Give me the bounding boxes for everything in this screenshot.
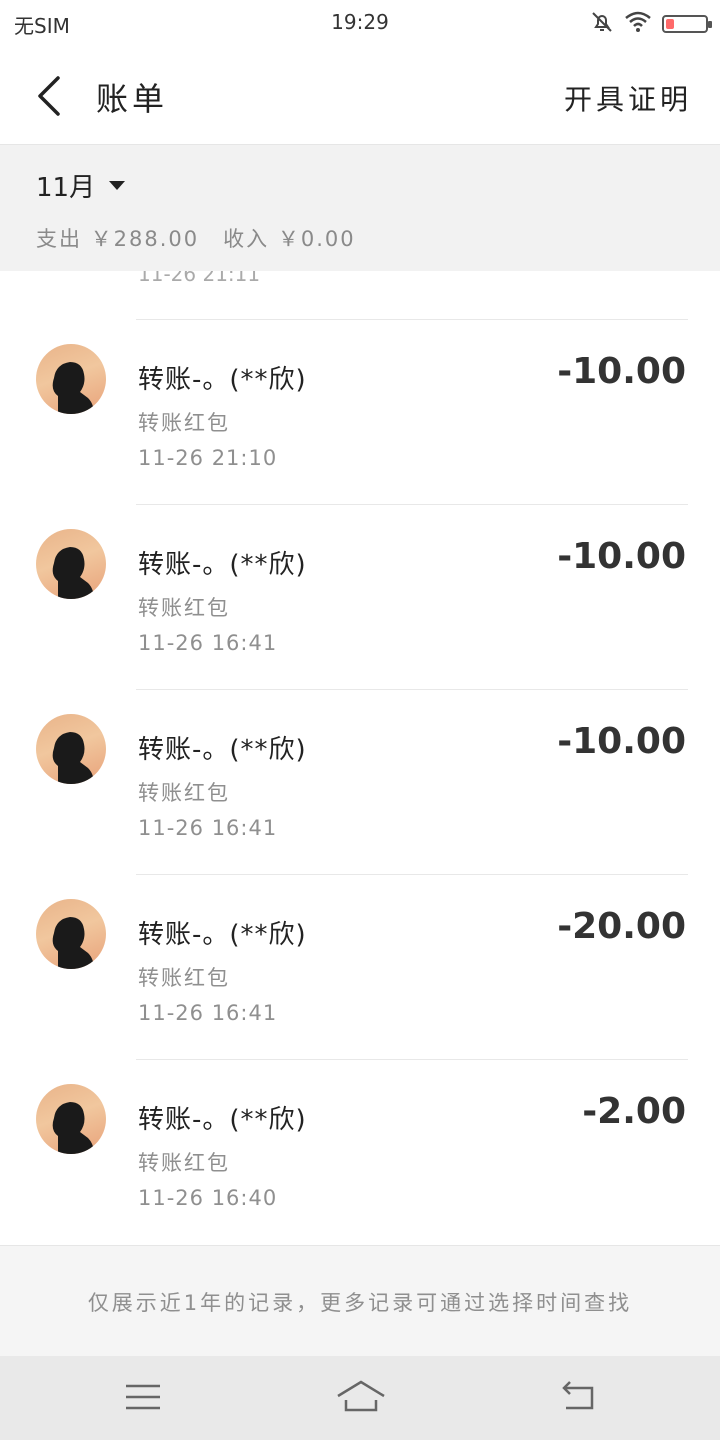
month-summary: 11月 支出 ￥288.00 收入 ￥0.00	[0, 145, 720, 271]
status-icons	[590, 10, 712, 38]
home-icon	[336, 1380, 386, 1422]
income-total: 收入 ￥0.00	[223, 227, 356, 251]
system-back-button[interactable]	[558, 1378, 602, 1418]
transaction-date: 11-26 16:41	[138, 1001, 278, 1025]
transaction-row[interactable]: 转账-。(**欣) 转账红包 11-26 16:40 -2.00	[0, 1059, 720, 1244]
transaction-list[interactable]: 11-26 21:11 转账-。(**欣) 转账红包 11-26 21:10 -10.…	[0, 271, 720, 1245]
chevron-left-icon	[30, 76, 74, 126]
month-label: 11月	[36, 173, 96, 203]
transaction-row[interactable]: 转账-。(**欣) 转账红包 11-26 21:10 -10.00	[0, 319, 720, 504]
issue-certificate-button[interactable]: 开具证明	[564, 78, 692, 118]
system-nav-bar	[0, 1356, 720, 1440]
transaction-type: 转账红包	[138, 966, 230, 990]
wifi-icon	[624, 11, 652, 37]
transaction-date: 11-26 16:40	[138, 1186, 278, 1210]
battery-level	[666, 19, 674, 29]
avatar	[36, 344, 106, 414]
avatar	[36, 1084, 106, 1154]
transaction-type: 转账红包	[138, 1151, 230, 1175]
transaction-type: 转账红包	[138, 781, 230, 805]
back-icon	[558, 1381, 602, 1422]
footer-note: 仅展示近1年的记录，更多记录可通过选择时间查找	[0, 1245, 720, 1357]
transaction-name: 转账-。(**欣)	[138, 1105, 307, 1135]
transaction-name: 转账-。(**欣)	[138, 550, 307, 580]
transaction-row[interactable]: 转账-。(**欣) 转账红包 11-26 16:41 -10.00	[0, 689, 720, 874]
battery-icon	[662, 15, 712, 33]
month-selector[interactable]: 11月	[36, 167, 126, 204]
transaction-row-partial[interactable]: 11-26 21:11	[0, 271, 720, 321]
page-title: 账单	[96, 80, 169, 118]
transaction-name: 转账-。(**欣)	[138, 735, 307, 765]
avatar	[36, 714, 106, 784]
transaction-date: 11-26 21:11	[138, 271, 261, 286]
menu-button[interactable]	[122, 1378, 166, 1418]
transaction-date: 11-26 16:41	[138, 631, 278, 655]
caret-down-icon	[109, 181, 126, 190]
transaction-date: 11-26 21:10	[138, 446, 278, 470]
transaction-type: 转账红包	[138, 596, 230, 620]
transaction-row[interactable]: 转账-。(**欣) 转账红包 11-26 16:41 -10.00	[0, 504, 720, 689]
status-bar: 无SIM 19:29	[0, 0, 720, 48]
back-button[interactable]	[30, 70, 74, 122]
transaction-amount: -10.00	[557, 351, 686, 392]
avatar	[36, 529, 106, 599]
menu-icon	[122, 1384, 166, 1422]
bell-off-icon	[590, 10, 614, 38]
transaction-name: 转账-。(**欣)	[138, 365, 307, 395]
expense-total: 支出 ￥288.00	[36, 227, 200, 251]
transaction-type: 转账红包	[138, 411, 230, 435]
nav-bar: 账单 开具证明	[0, 48, 720, 145]
month-stats: 支出 ￥288.00 收入 ￥0.00	[36, 223, 356, 253]
transaction-amount: -20.00	[557, 906, 686, 947]
transaction-name: 转账-。(**欣)	[138, 920, 307, 950]
transaction-amount: -10.00	[557, 536, 686, 577]
home-button[interactable]	[336, 1378, 386, 1418]
avatar	[36, 899, 106, 969]
transaction-row[interactable]: 转账-。(**欣) 转账红包 11-26 16:41 -20.00	[0, 874, 720, 1059]
transaction-amount: -2.00	[582, 1091, 686, 1132]
transaction-date: 11-26 16:41	[138, 816, 278, 840]
transaction-amount: -10.00	[557, 721, 686, 762]
